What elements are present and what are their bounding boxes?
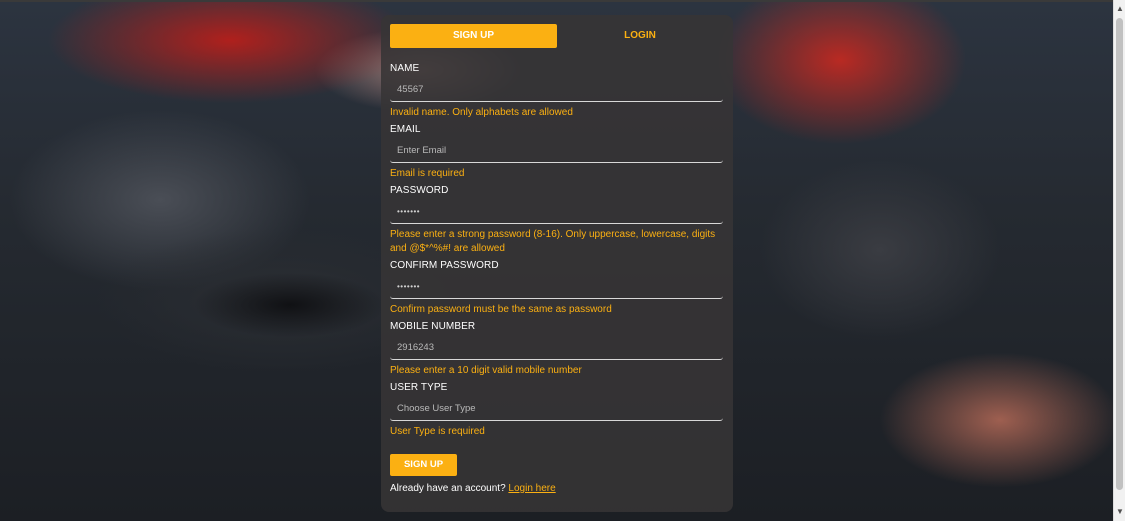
name-input[interactable]: 45567 (390, 81, 723, 102)
scroll-down-icon[interactable]: ▼ (1114, 505, 1125, 519)
confirm-password-label: CONFIRM PASSWORD (390, 260, 499, 271)
page-scrollbar[interactable]: ▲ ▼ (1113, 0, 1125, 521)
name-label: NAME (390, 63, 420, 74)
email-error: Email is required (390, 168, 465, 179)
login-prompt-text: Already have an account? (390, 483, 506, 494)
login-here-link[interactable]: Login here (508, 483, 555, 494)
login-prompt: Already have an account? Login here (390, 482, 724, 496)
user-type-error: User Type is required (390, 426, 485, 437)
email-label: EMAIL (390, 124, 421, 135)
scroll-up-icon[interactable]: ▲ (1114, 2, 1125, 16)
scroll-thumb[interactable] (1116, 18, 1123, 490)
password-error: Please enter a strong password (8-16). O… (390, 229, 716, 254)
mobile-error: Please enter a 10 digit valid mobile num… (390, 365, 582, 376)
email-input[interactable]: Enter Email (390, 142, 723, 163)
signup-card: SIGN UP LOGIN NAME 45567 Invalid name. O… (381, 15, 733, 512)
password-input[interactable]: ••••••• (390, 203, 723, 224)
mobile-label: MOBILE NUMBER (390, 321, 476, 332)
top-border (0, 0, 1125, 2)
password-label: PASSWORD (390, 185, 449, 196)
mobile-input[interactable]: 2916243 (390, 339, 723, 360)
user-type-select[interactable]: Choose User Type (390, 400, 723, 421)
user-type-label: USER TYPE (390, 382, 448, 393)
tab-login[interactable]: LOGIN (557, 24, 723, 48)
signup-submit-button[interactable]: SIGN UP (390, 454, 457, 476)
tab-signup[interactable]: SIGN UP (390, 24, 557, 48)
confirm-password-error: Confirm password must be the same as pas… (390, 304, 612, 315)
auth-tabs: SIGN UP LOGIN (390, 24, 724, 48)
confirm-password-input[interactable]: ••••••• (390, 278, 723, 299)
name-error: Invalid name. Only alphabets are allowed (390, 107, 573, 118)
